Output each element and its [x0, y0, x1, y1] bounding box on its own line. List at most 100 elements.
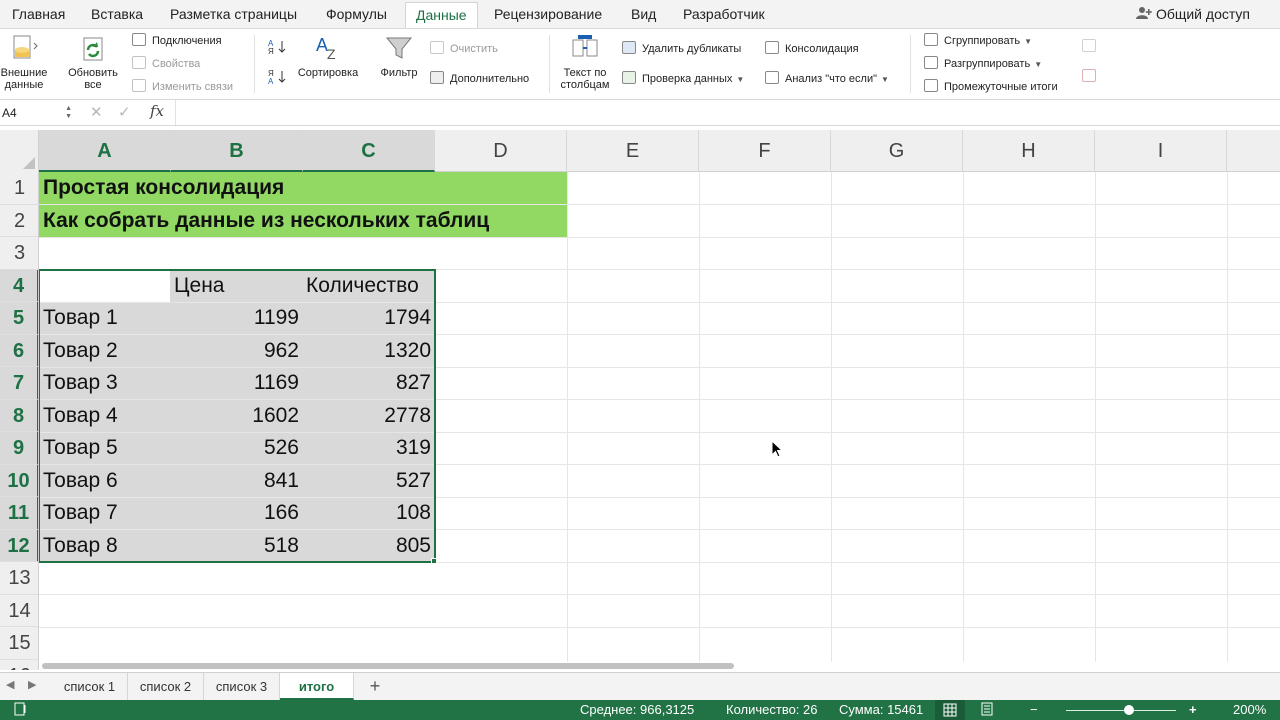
insert-function-button[interactable]: fx [150, 102, 164, 120]
column-header-d[interactable]: D [435, 130, 567, 172]
row-headers: 1 2 3 4 5 6 7 8 9 10 11 12 13 14 15 16 [0, 172, 39, 670]
edit-links-icon [132, 79, 146, 92]
zoom-slider[interactable] [1066, 710, 1176, 711]
sheet-tab-list3[interactable]: список 3 [204, 673, 280, 700]
row-header[interactable]: 11 [0, 497, 38, 530]
consolidate-button[interactable]: Консолидация [765, 41, 859, 56]
tab-view[interactable]: Вид [631, 0, 656, 28]
row-header[interactable]: 7 [0, 367, 38, 400]
subtotal-button[interactable]: Промежуточные итоги [924, 79, 1058, 94]
cancel-edit-icon[interactable]: ✕ [90, 103, 103, 121]
row-header[interactable]: 16 [0, 660, 38, 671]
formula-input[interactable] [182, 103, 1262, 123]
row-header[interactable]: 2 [0, 205, 38, 237]
sheet-tab-list2[interactable]: список 2 [128, 673, 204, 700]
row-header[interactable]: 13 [0, 562, 38, 595]
ungroup-icon [924, 56, 938, 69]
hide-detail-icon [1082, 69, 1096, 82]
ungroup-button[interactable]: Разгруппировать ▼ [924, 56, 1042, 72]
row-header[interactable]: 10 [0, 464, 38, 497]
row-header[interactable]: 9 [0, 432, 38, 465]
tab-insert[interactable]: Вставка [91, 0, 143, 28]
clear-filter-button[interactable]: Очистить [430, 41, 498, 56]
select-all-corner[interactable] [0, 130, 39, 172]
remove-duplicates-button[interactable]: Удалить дубликаты [622, 41, 741, 56]
text-to-columns-label: Текст по столбцам [560, 67, 610, 91]
subtitle-cell[interactable]: Как собрать данные из нескольких таблиц [43, 205, 489, 238]
zoom-slider-thumb[interactable] [1124, 705, 1134, 715]
sort-za-button[interactable]: ЯA [268, 69, 290, 88]
what-if-icon [765, 71, 779, 84]
row-header[interactable]: 8 [0, 399, 38, 432]
properties-button[interactable]: Свойства [132, 56, 200, 71]
tab-developer[interactable]: Разработчик [683, 0, 765, 28]
row-header[interactable]: 6 [0, 334, 38, 367]
prev-sheet-icon[interactable]: ◀ [6, 678, 14, 691]
filter-button[interactable]: Фильтр [376, 33, 422, 79]
tab-home[interactable]: Главная [12, 0, 65, 28]
next-sheet-icon[interactable]: ▶ [28, 678, 36, 691]
edit-links-button[interactable]: Изменить связи [132, 79, 233, 94]
sheet-tab-total[interactable]: итого [280, 673, 354, 700]
zoom-in-button[interactable]: + [1189, 702, 1197, 718]
column-header-i[interactable]: I [1095, 130, 1227, 172]
zoom-level[interactable]: 200% [1233, 702, 1266, 718]
column-header-g[interactable]: G [831, 130, 963, 172]
tab-review[interactable]: Рецензирование [494, 0, 602, 28]
fill-handle[interactable] [431, 558, 437, 564]
macro-record-icon[interactable] [14, 702, 28, 720]
share-button[interactable]: Общий доступ [1135, 0, 1250, 28]
sort-button[interactable]: AZ Сортировка [294, 33, 362, 79]
status-average: Среднее: 966,3125 [580, 702, 695, 717]
worksheet-grid[interactable]: Простая консолидация Как собрать данные … [39, 172, 1280, 662]
group-button[interactable]: Сгруппировать ▼ [924, 33, 1032, 49]
row-header[interactable]: 3 [0, 237, 38, 270]
row-header[interactable]: 5 [0, 302, 38, 335]
advanced-label: Дополнительно [450, 73, 530, 85]
connections-button[interactable]: Подключения [132, 33, 222, 48]
zoom-out-button[interactable]: − [1030, 702, 1038, 718]
hide-detail-button[interactable] [1082, 69, 1102, 84]
column-header-b[interactable]: B [171, 130, 303, 172]
data-validation-button[interactable]: Проверка данных ▼ [622, 71, 744, 87]
column-header-a[interactable]: A [39, 130, 171, 172]
page-layout-view-button[interactable] [980, 702, 994, 720]
row-header[interactable]: 12 [0, 529, 38, 562]
row-header[interactable]: 15 [0, 627, 38, 660]
confirm-edit-icon[interactable]: ✓ [118, 103, 131, 121]
tab-data[interactable]: Данные [405, 2, 478, 29]
sort-az-button[interactable]: AЯ [268, 39, 290, 58]
tab-formulas[interactable]: Формулы [326, 0, 387, 28]
add-sheet-button[interactable]: + [362, 673, 388, 700]
title-cell[interactable]: Простая консолидация [43, 172, 284, 205]
column-header-e[interactable]: E [567, 130, 699, 172]
chevron-down-icon: ▼ [1024, 37, 1033, 46]
refresh-all-button[interactable]: Обновить все [63, 33, 123, 91]
advanced-filter-button[interactable]: Дополнительно [430, 71, 529, 86]
status-sum: Сумма: 15461 [839, 702, 924, 717]
edit-links-label: Изменить связи [152, 81, 234, 93]
row-header[interactable]: 14 [0, 595, 38, 627]
select-all-icon [23, 157, 35, 169]
consolidate-icon [765, 41, 779, 54]
column-header-h[interactable]: H [963, 130, 1095, 172]
tab-page-layout[interactable]: Разметка страницы [170, 0, 297, 28]
name-box-spinner-icon[interactable]: ▲ ▼ [65, 105, 72, 121]
row-header[interactable]: 1 [0, 172, 38, 205]
name-box[interactable]: A4 ▲ ▼ [0, 102, 76, 124]
what-if-button[interactable]: Анализ "что если" ▼ [765, 71, 889, 87]
ribbon-tab-bar: Главная Вставка Разметка страницы Формул… [0, 0, 1280, 29]
svg-text:Z: Z [327, 46, 336, 62]
show-detail-button[interactable] [1082, 39, 1102, 54]
sheet-tab-list1[interactable]: список 1 [52, 673, 128, 700]
column-header-f[interactable]: F [699, 130, 831, 172]
row-header[interactable]: 4 [0, 269, 38, 302]
status-bar: Среднее: 966,3125 Количество: 26 Сумма: … [0, 700, 1280, 720]
external-data-button[interactable]: Внешние данные [0, 33, 48, 91]
column-header-c[interactable]: C [303, 130, 435, 172]
normal-view-button[interactable] [935, 700, 965, 720]
filter-label: Фильтр [380, 67, 418, 79]
horizontal-scrollbar[interactable] [42, 663, 734, 669]
text-to-columns-button[interactable]: Текст по столбцам [556, 33, 614, 91]
refresh-all-label: Обновить все [68, 67, 118, 91]
